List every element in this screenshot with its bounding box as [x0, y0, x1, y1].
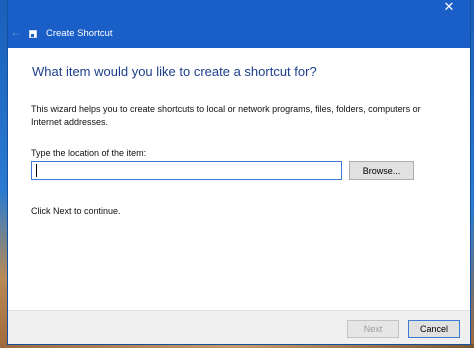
continue-hint: Click Next to continue.	[31, 206, 121, 216]
desktop-background-right	[470, 0, 474, 348]
text-caret	[36, 164, 37, 177]
wizard-description: This wizard helps you to create shortcut…	[31, 104, 421, 127]
desktop-background-left	[0, 0, 8, 348]
browse-button[interactable]: Browse...	[349, 161, 414, 180]
cancel-button[interactable]: Cancel	[408, 320, 460, 338]
back-arrow-icon[interactable]: ←	[10, 26, 22, 38]
location-input[interactable]	[31, 161, 342, 180]
location-label: Type the location of the item:	[31, 148, 147, 158]
taskbar-strip	[0, 344, 474, 348]
close-icon[interactable]: ✕	[442, 0, 456, 14]
wizard-heading: What item would you like to create a sho…	[32, 64, 317, 79]
next-button[interactable]: Next	[347, 320, 399, 338]
shortcut-icon	[29, 30, 37, 38]
create-shortcut-dialog: ✕ ← Create Shortcut What item would you …	[8, 0, 470, 344]
title-bar: ✕ ← Create Shortcut	[8, 0, 470, 48]
dialog-footer: Next Cancel	[8, 310, 470, 344]
window-title: Create Shortcut	[46, 28, 113, 39]
